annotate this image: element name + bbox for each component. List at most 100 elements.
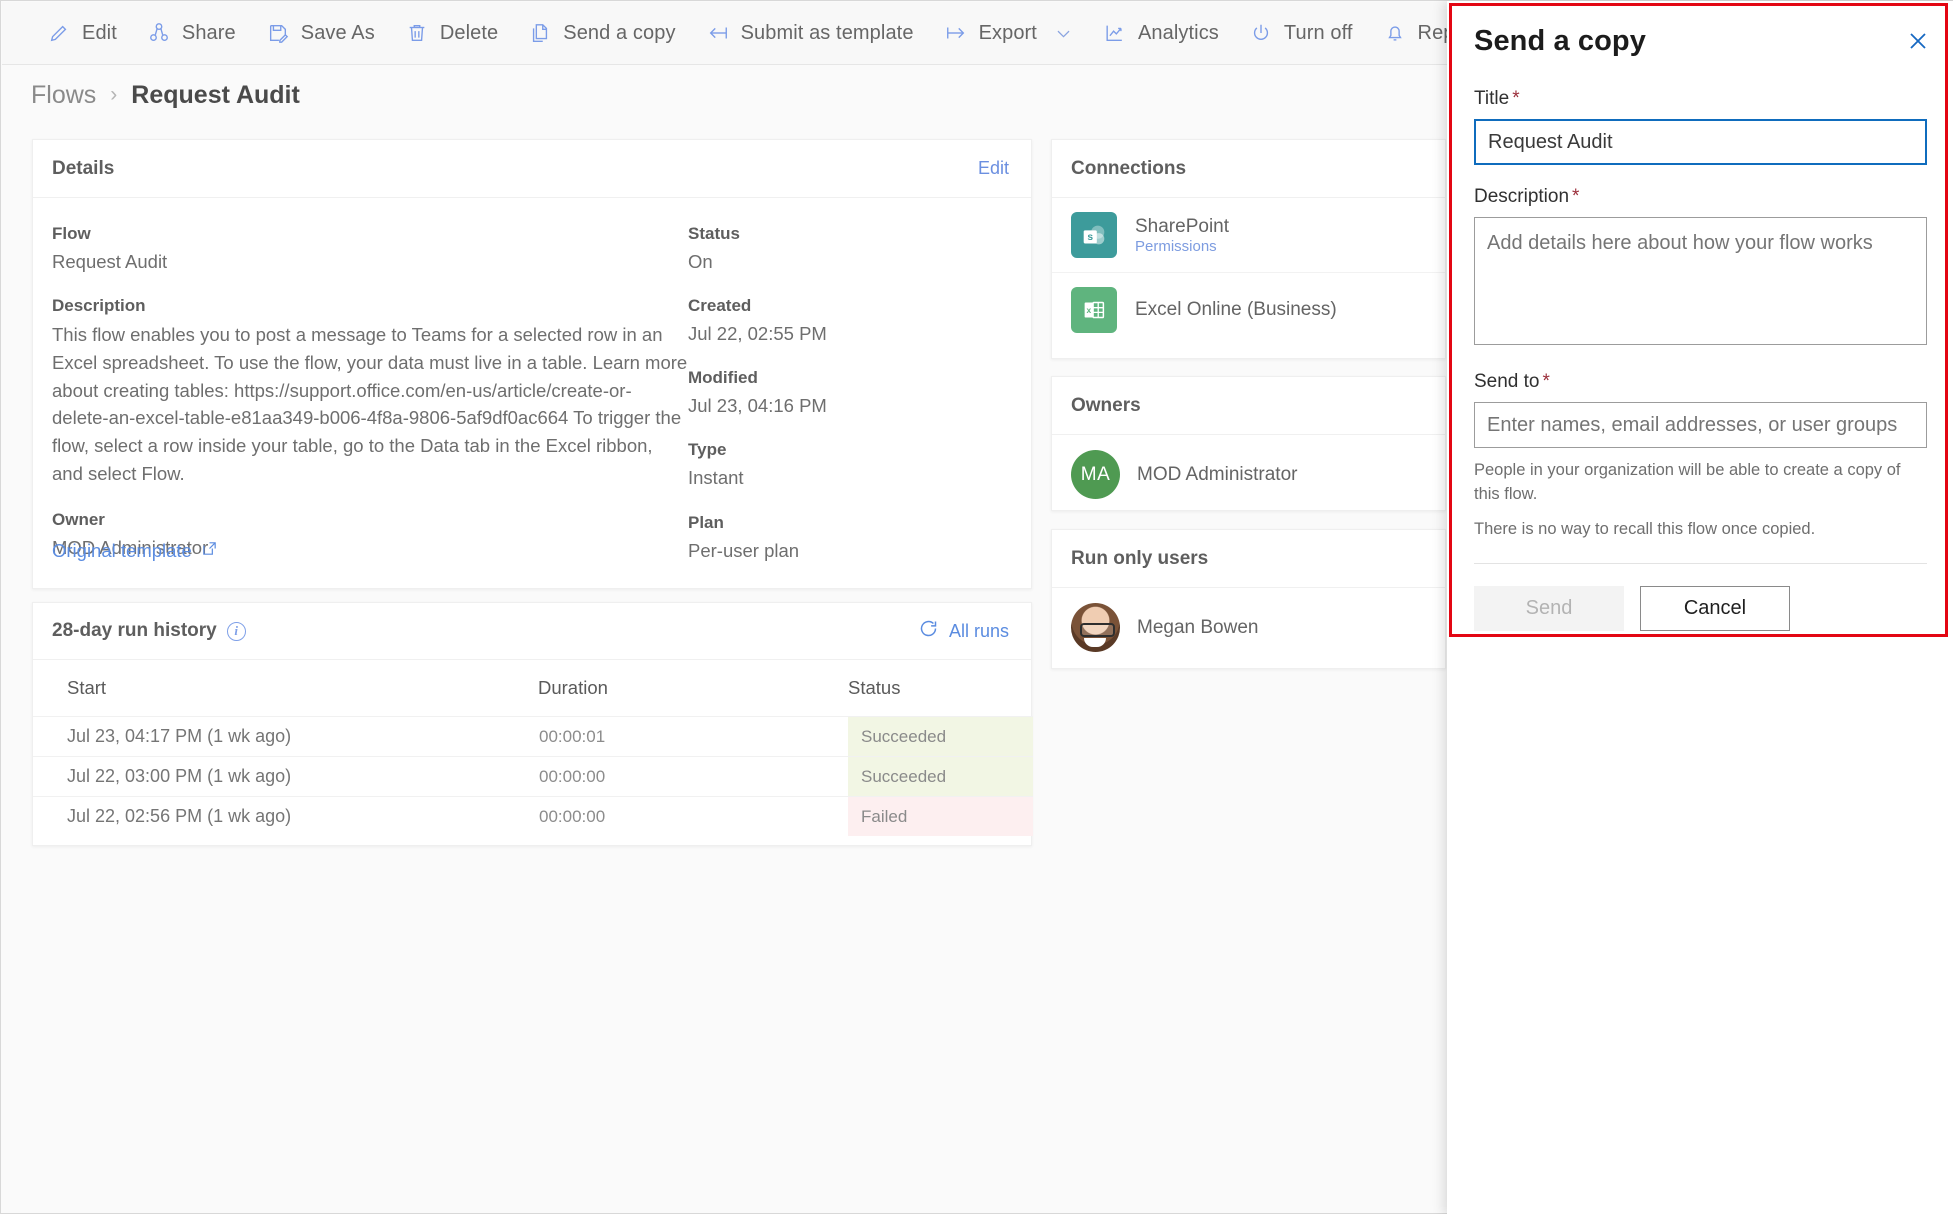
run-history-card: 28-day run history i All runs Start Dura… bbox=[32, 602, 1033, 846]
field-flow-label: Flow bbox=[52, 224, 91, 243]
required-marker: * bbox=[1572, 186, 1580, 207]
column-header-duration: Duration bbox=[538, 677, 608, 698]
run-only-user-item[interactable]: Megan Bowen bbox=[1052, 588, 1445, 667]
toolbar-label-delete: Delete bbox=[439, 21, 499, 44]
toolbar-button-edit[interactable]: Edit bbox=[32, 2, 132, 65]
details-edit-link[interactable]: Edit bbox=[978, 158, 1009, 179]
chevron-down-icon bbox=[1054, 24, 1073, 43]
description-textarea[interactable] bbox=[1474, 217, 1927, 345]
field-description-value: This flow enables you to post a message … bbox=[52, 324, 688, 484]
cell-status: Failed bbox=[848, 796, 1033, 837]
toolbar-button-analytics[interactable]: Analytics bbox=[1088, 2, 1234, 65]
status-badge: Failed bbox=[848, 797, 1033, 837]
toolbar-label-save-as: Save As bbox=[300, 21, 375, 44]
cell-start: Jul 22, 03:00 PM (1 wk ago) bbox=[33, 756, 538, 797]
dialog-help-line-2: There is no way to recall this flow once… bbox=[1474, 519, 1816, 538]
details-body: Flow Request Audit Description This flow… bbox=[33, 198, 1031, 585]
toolbar-button-export[interactable]: Export bbox=[929, 2, 1088, 65]
table-row[interactable]: Jul 22, 03:00 PM (1 wk ago) 00:00:00 Suc… bbox=[33, 756, 1033, 797]
title-input[interactable] bbox=[1474, 119, 1927, 165]
field-created-label: Created bbox=[688, 296, 752, 316]
column-header-start: Start bbox=[67, 677, 107, 698]
required-marker: * bbox=[1542, 371, 1550, 392]
toolbar-button-turn-off[interactable]: Turn off bbox=[1234, 2, 1368, 65]
original-template-link[interactable]: Original template bbox=[52, 540, 218, 562]
run-only-users-header: Run only users bbox=[1052, 530, 1445, 588]
copy-icon bbox=[528, 21, 552, 45]
field-flow: Flow Request Audit bbox=[52, 224, 688, 274]
field-description: Description This flow enables you to pos… bbox=[52, 296, 688, 488]
trash-icon bbox=[405, 21, 429, 45]
toolbar-label-edit: Edit bbox=[82, 21, 117, 44]
field-owner-label: Owner bbox=[52, 509, 105, 529]
toolbar-button-save-as[interactable]: Save As bbox=[251, 2, 390, 65]
connection-permissions-link[interactable]: Permissions bbox=[1135, 238, 1229, 255]
breadcrumb-link-flows[interactable]: Flows bbox=[31, 81, 96, 110]
connections-header: Connections bbox=[1052, 140, 1445, 198]
toolbar-button-delete[interactable]: Delete bbox=[390, 2, 513, 65]
line-chart-icon bbox=[1103, 21, 1127, 45]
external-link-icon bbox=[201, 540, 218, 562]
field-created: Created Jul 22, 02:55 PM bbox=[688, 296, 1018, 346]
dialog-content: Send a copy Title* Description* Send to*… bbox=[1447, 1, 1953, 631]
owners-title: Owners bbox=[1071, 394, 1141, 416]
details-card-header: Details Edit bbox=[33, 140, 1031, 198]
all-runs-link[interactable]: All runs bbox=[918, 618, 1009, 644]
flow-details-page: Edit Share Save As Delete Send a copy Su… bbox=[0, 0, 1953, 1214]
run-only-user-name: Megan Bowen bbox=[1137, 616, 1259, 638]
close-icon[interactable] bbox=[1902, 25, 1934, 57]
connections-card: Connections s SharePoint Permissions x E… bbox=[1051, 139, 1446, 359]
svg-text:s: s bbox=[1087, 232, 1093, 243]
owner-item[interactable]: MA MOD Administrator bbox=[1052, 435, 1445, 514]
refresh-icon bbox=[918, 618, 939, 644]
toolbar-button-submit-as-template[interactable]: Submit as template bbox=[691, 2, 929, 65]
breadcrumb-current: Request Audit bbox=[131, 80, 300, 109]
save-as-icon bbox=[266, 21, 290, 45]
toolbar-button-send-a-copy[interactable]: Send a copy bbox=[513, 2, 690, 65]
table-row[interactable]: Jul 23, 04:17 PM (1 wk ago) 00:00:01 Suc… bbox=[33, 716, 1033, 757]
info-icon[interactable]: i bbox=[226, 621, 246, 641]
toolbar-label-send-a-copy: Send a copy bbox=[563, 21, 676, 44]
cell-status: Succeeded bbox=[848, 716, 1033, 757]
field-plan-label: Plan bbox=[688, 512, 724, 532]
field-status-value: On bbox=[688, 251, 713, 272]
connection-text-sharepoint: SharePoint Permissions bbox=[1135, 216, 1229, 255]
connection-name: SharePoint bbox=[1135, 215, 1230, 237]
run-history-title-group: 28-day run history i bbox=[52, 620, 246, 642]
toolbar-label-share: Share bbox=[181, 21, 236, 44]
toolbar-label-export: Export bbox=[978, 21, 1037, 44]
cancel-button[interactable]: Cancel bbox=[1640, 585, 1790, 631]
run-only-users-title: Run only users bbox=[1071, 547, 1209, 569]
send-to-input[interactable] bbox=[1474, 402, 1927, 448]
field-flow-value: Request Audit bbox=[52, 251, 168, 272]
details-right-column: Status On Created Jul 22, 02:55 PM Modif… bbox=[688, 224, 1018, 585]
field-status: Status On bbox=[688, 224, 1018, 274]
svg-text:x: x bbox=[1087, 305, 1092, 315]
details-title: Details bbox=[52, 157, 115, 179]
send-button[interactable]: Send bbox=[1474, 585, 1624, 631]
toolbar-label-analytics: Analytics bbox=[1137, 21, 1219, 44]
send-to-label-text: Send to bbox=[1474, 371, 1540, 392]
connection-item-excel[interactable]: x Excel Online (Business) bbox=[1052, 273, 1445, 347]
toolbar-label-turn-off: Turn off bbox=[1283, 21, 1353, 44]
toolbar-label-submit-as-template: Submit as template bbox=[740, 21, 914, 44]
cell-duration: 00:00:00 bbox=[538, 796, 848, 837]
toolbar-button-share[interactable]: Share bbox=[132, 2, 251, 65]
connection-item-sharepoint[interactable]: s SharePoint Permissions bbox=[1052, 198, 1445, 273]
owners-header: Owners bbox=[1052, 377, 1445, 435]
field-plan: Plan Per-user plan bbox=[688, 513, 1018, 563]
cell-status: Succeeded bbox=[848, 756, 1033, 797]
description-field-label: Description * bbox=[1474, 186, 1927, 208]
connection-name: Excel Online (Business) bbox=[1135, 299, 1337, 320]
field-modified-label: Modified bbox=[688, 368, 758, 388]
dialog-help-line-1: People in your organization will be able… bbox=[1474, 461, 1901, 503]
send-to-label: Send to * bbox=[1474, 371, 1927, 393]
field-modified-value: Jul 23, 04:16 PM bbox=[688, 395, 827, 417]
run-only-users-card: Run only users Megan Bowen bbox=[1051, 529, 1446, 669]
field-description-label: Description bbox=[52, 296, 146, 316]
title-field-label: Title * bbox=[1474, 88, 1927, 110]
status-badge: Succeeded bbox=[848, 757, 1033, 796]
table-row[interactable]: Jul 22, 02:56 PM (1 wk ago) 00:00:00 Fai… bbox=[33, 796, 1033, 837]
cell-duration: 00:00:01 bbox=[538, 716, 848, 757]
